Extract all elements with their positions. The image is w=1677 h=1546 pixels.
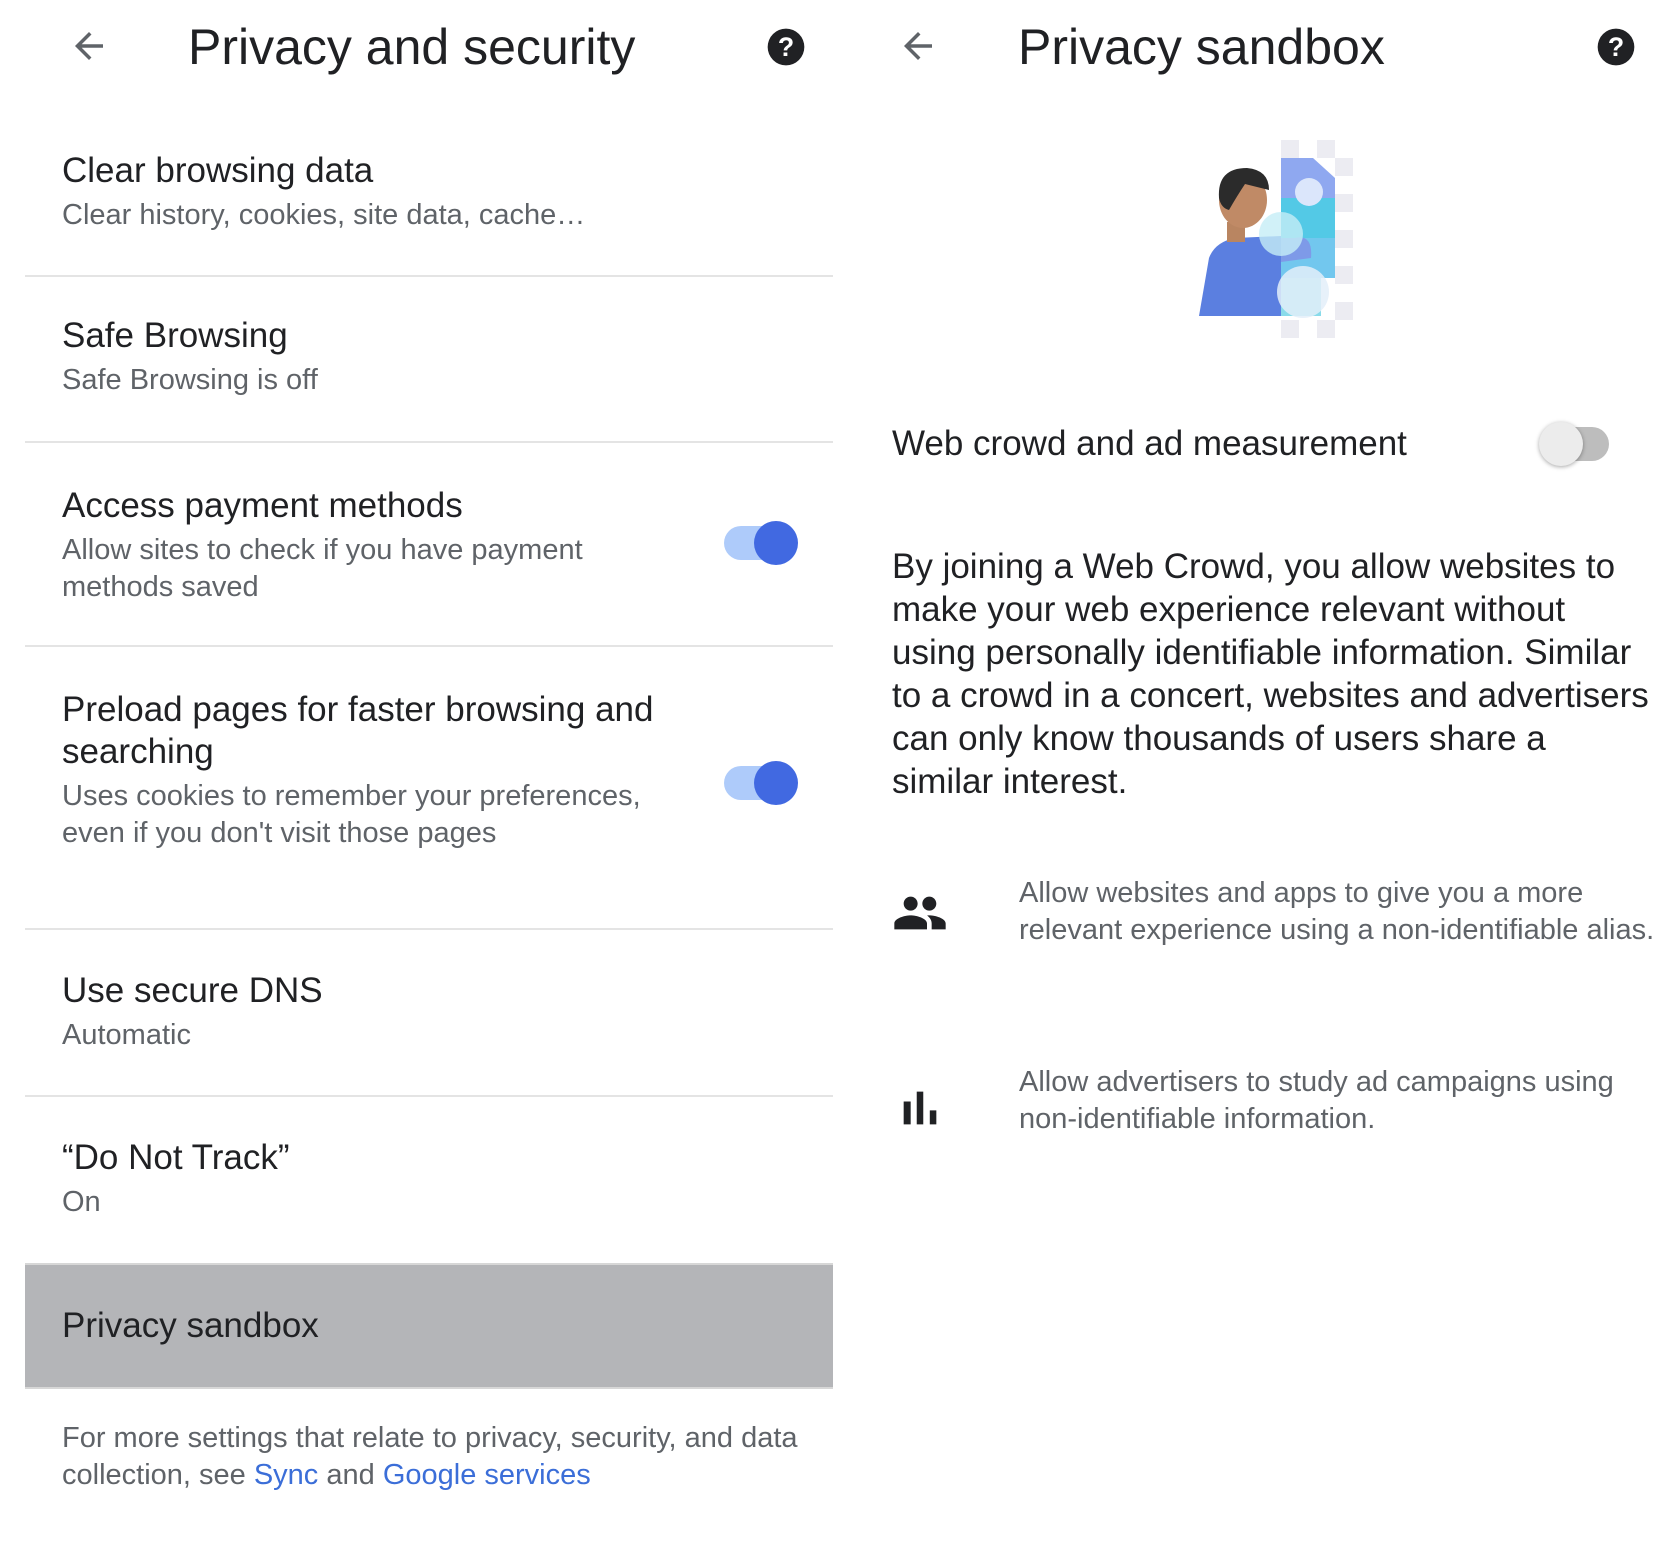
help-icon[interactable]: ? — [766, 27, 806, 67]
setting-do-not-track[interactable]: “Do Not Track” On — [25, 1097, 833, 1263]
setting-title: Safe Browsing — [62, 316, 288, 355]
feature-alias: Allow websites and apps to give you a mo… — [892, 875, 1654, 995]
privacy-sandbox-screen: Privacy sandbox ? Web crowd and ad measu… — [830, 0, 1677, 1546]
setting-safe-browsing[interactable]: Safe Browsing Safe Browsing is off — [25, 277, 833, 443]
web-crowd-toggle-label: Web crowd and ad measurement — [892, 424, 1407, 463]
arrow-back-icon — [75, 32, 103, 60]
preload-pages-toggle[interactable] — [724, 757, 798, 809]
footer-note: For more settings that relate to privacy… — [62, 1420, 802, 1494]
setting-privacy-sandbox[interactable]: Privacy sandbox — [25, 1263, 833, 1389]
setting-title: Access payment methods — [62, 486, 463, 525]
setting-title: Preload pages for faster browsing and se… — [62, 690, 654, 771]
web-crowd-toggle[interactable] — [1539, 418, 1613, 470]
toggle-thumb — [754, 761, 798, 805]
setting-use-secure-dns[interactable]: Use secure DNS Automatic — [25, 930, 833, 1097]
help-icon[interactable]: ? — [1596, 27, 1636, 67]
privacy-and-security-screen: Privacy and security ? Clear browsing da… — [0, 0, 833, 1546]
sync-link[interactable]: Sync — [254, 1459, 318, 1491]
back-button[interactable] — [63, 20, 115, 72]
setting-clear-browsing-data[interactable]: Clear browsing data Clear history, cooki… — [25, 128, 833, 277]
app-bar: Privacy sandbox ? — [830, 0, 1677, 96]
google-services-link[interactable]: Google services — [383, 1459, 591, 1491]
setting-summary: Uses cookies to remember your preference… — [62, 780, 641, 849]
page-title: Privacy sandbox — [1018, 19, 1385, 75]
privacy-sandbox-description: By joining a Web Crowd, you allow websit… — [892, 547, 1649, 801]
setting-title: “Do Not Track” — [62, 1138, 290, 1177]
feature-text: Allow websites and apps to give you a mo… — [1019, 877, 1655, 946]
bar-chart-icon — [903, 1091, 937, 1125]
app-bar: Privacy and security ? — [0, 0, 830, 96]
setting-summary: Allow sites to check if you have payment… — [62, 534, 583, 603]
back-button[interactable] — [892, 20, 944, 72]
setting-title: Privacy sandbox — [62, 1306, 319, 1345]
svg-text:?: ? — [1608, 32, 1624, 62]
setting-title: Use secure DNS — [62, 971, 323, 1010]
page-title: Privacy and security — [188, 19, 636, 75]
setting-summary: On — [62, 1186, 101, 1218]
payment-methods-toggle[interactable] — [724, 517, 798, 569]
arrow-back-icon — [904, 32, 932, 60]
toggle-thumb — [1539, 422, 1583, 466]
setting-access-payment-methods[interactable]: Access payment methods Allow sites to ch… — [25, 443, 833, 647]
feature-text: Allow advertisers to study ad campaigns … — [1019, 1066, 1614, 1135]
feature-ad-campaigns: Allow advertisers to study ad campaigns … — [892, 1064, 1652, 1154]
setting-summary: Automatic — [62, 1019, 191, 1051]
people-icon — [894, 896, 946, 930]
setting-title: Clear browsing data — [62, 151, 374, 190]
svg-text:?: ? — [778, 32, 794, 62]
setting-summary: Clear history, cookies, site data, cache… — [62, 199, 586, 231]
toggle-thumb — [754, 521, 798, 565]
setting-summary: Safe Browsing is off — [62, 364, 318, 396]
footer-text-between: and — [318, 1459, 383, 1491]
privacy-sandbox-illustration — [1199, 140, 1353, 338]
setting-preload-pages[interactable]: Preload pages for faster browsing and se… — [25, 647, 833, 930]
